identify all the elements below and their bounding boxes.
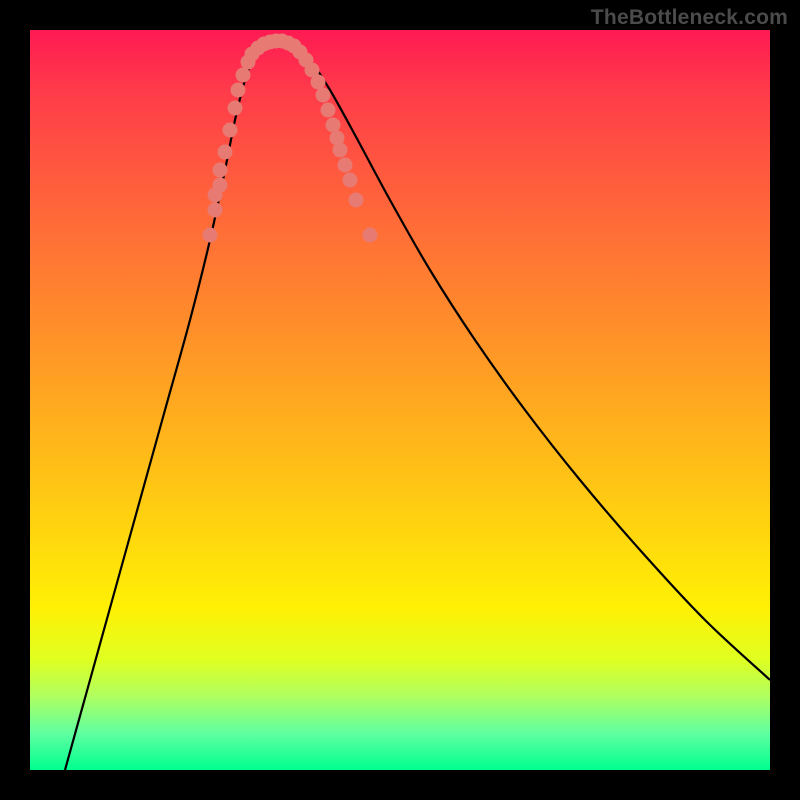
scatter-dot xyxy=(218,145,233,160)
scatter-dot xyxy=(316,88,331,103)
scatter-dot xyxy=(228,101,243,116)
scatter-dot xyxy=(203,228,218,243)
scatter-dot xyxy=(223,123,238,138)
scatter-dot xyxy=(213,178,228,193)
scatter-dot xyxy=(311,75,326,90)
scatter-dot xyxy=(321,103,336,118)
scatter-dot xyxy=(213,163,228,178)
bottleneck-curve xyxy=(65,42,770,770)
scatter-dot xyxy=(236,68,251,83)
scatter-dot xyxy=(208,203,223,218)
watermark-text: TheBottleneck.com xyxy=(591,6,788,30)
scatter-dot xyxy=(363,228,378,243)
scatter-dot xyxy=(333,143,348,158)
bottleneck-chart xyxy=(30,30,770,770)
scatter-dot xyxy=(326,118,341,133)
scatter-dot xyxy=(231,83,246,98)
scatter-dots xyxy=(203,34,378,243)
scatter-dot xyxy=(338,158,353,173)
scatter-dot xyxy=(349,193,364,208)
scatter-dot xyxy=(343,173,358,188)
